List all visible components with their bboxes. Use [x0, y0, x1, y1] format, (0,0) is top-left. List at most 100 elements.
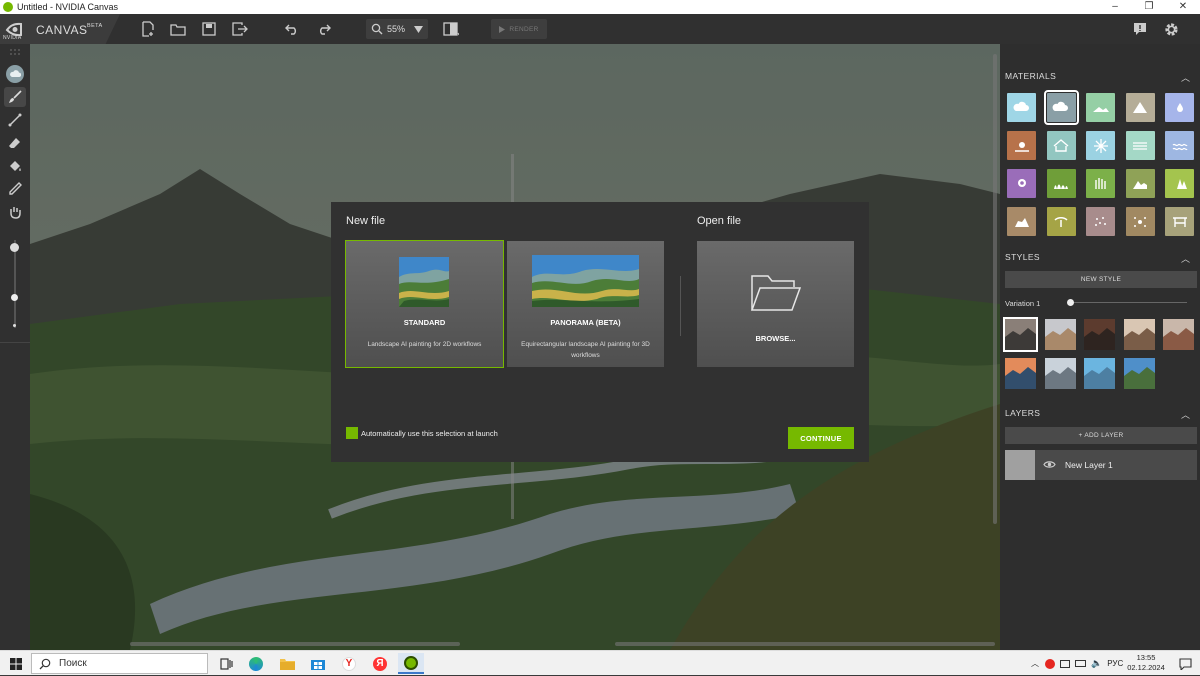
volume-icon[interactable]: 🔈	[1091, 658, 1102, 669]
eyedropper-tool-button[interactable]	[4, 179, 26, 199]
minimize-button[interactable]: –	[1098, 0, 1132, 14]
variation-slider-track[interactable]	[1070, 302, 1187, 303]
style-thumbnail[interactable]	[1044, 358, 1076, 389]
style-thumbnail[interactable]	[1003, 317, 1038, 352]
material-swatch[interactable]	[1007, 169, 1036, 198]
material-swatch[interactable]	[1046, 131, 1076, 160]
reed-icon	[1094, 177, 1106, 189]
material-swatch[interactable]	[1046, 207, 1076, 236]
material-swatch[interactable]	[1125, 169, 1155, 198]
material-swatch[interactable]	[1086, 131, 1115, 160]
material-swatch[interactable]	[1007, 207, 1036, 236]
material-swatch[interactable]	[1086, 93, 1115, 122]
new-style-button[interactable]: NEW STYLE	[1005, 271, 1197, 288]
language-indicator[interactable]: РУС	[1107, 659, 1123, 668]
material-swatch[interactable]	[1165, 93, 1194, 122]
yandex-tray-icon[interactable]	[1045, 658, 1055, 669]
edge-button[interactable]	[247, 655, 265, 672]
layer-row[interactable]: New Layer 1	[1005, 450, 1197, 480]
add-layer-button[interactable]: + ADD LAYER	[1005, 427, 1197, 444]
style-thumbnail[interactable]	[1123, 319, 1155, 350]
clock[interactable]: 13:55 02.12.2024	[1126, 653, 1166, 673]
yandex-button[interactable]: Я	[371, 655, 389, 672]
continue-button[interactable]: CONTINUE	[788, 427, 854, 449]
app-toolbar: NVIDIA CANVAS BETA 55% RENDER	[0, 14, 1200, 44]
eye-icon[interactable]	[1043, 460, 1056, 469]
eraser-tool-button[interactable]	[4, 133, 26, 153]
panorama-card[interactable]: PANORAMA (BETA) Equirectangular landscap…	[507, 241, 664, 367]
file-explorer-button[interactable]	[278, 655, 296, 672]
materials-collapse-icon[interactable]: ︿	[1181, 71, 1190, 84]
redo-button[interactable]	[316, 20, 334, 38]
nvidia-canvas-taskbar-button[interactable]	[398, 653, 424, 674]
task-view-button[interactable]	[217, 655, 235, 672]
eraser-icon	[9, 138, 20, 148]
browse-card[interactable]: BROWSE...	[697, 241, 854, 367]
style-thumbnail[interactable]	[1044, 319, 1076, 350]
style-thumbnail[interactable]	[1084, 358, 1115, 389]
battery-icon[interactable]	[1075, 660, 1086, 667]
material-swatch[interactable]	[1165, 207, 1194, 236]
chevron-up-icon[interactable]: ︿	[1031, 658, 1039, 669]
styles-collapse-icon[interactable]: ︿	[1181, 252, 1190, 265]
undo-icon	[285, 24, 296, 35]
line-tool-button[interactable]	[4, 110, 26, 130]
material-swatch[interactable]	[1125, 131, 1155, 160]
gear-icon	[1164, 22, 1178, 36]
close-button[interactable]: ✕	[1166, 0, 1200, 14]
material-swatch[interactable]	[1086, 207, 1115, 236]
bush-icon	[1133, 180, 1147, 189]
chevron-down-icon[interactable]	[414, 25, 423, 33]
variation-slider-handle[interactable]	[1067, 299, 1074, 306]
style-thumbnail[interactable]	[1123, 358, 1155, 389]
material-swatch[interactable]	[1046, 169, 1076, 198]
render-label: RENDER	[509, 25, 539, 33]
material-swatch[interactable]	[1043, 90, 1079, 125]
material-swatch[interactable]	[1086, 169, 1115, 198]
folder-open-icon	[750, 275, 802, 311]
material-tool-button[interactable]	[4, 64, 26, 84]
material-swatch[interactable]	[1125, 207, 1155, 236]
split-view-button[interactable]	[442, 20, 460, 38]
new-file-button[interactable]	[139, 20, 157, 38]
material-swatch[interactable]	[1007, 93, 1036, 122]
material-swatch[interactable]	[1125, 93, 1155, 122]
yandex-browser-button[interactable]: Y	[340, 655, 358, 672]
store-button[interactable]	[309, 655, 327, 672]
folder-icon	[279, 658, 295, 670]
feedback-button[interactable]	[1131, 20, 1149, 38]
material-swatch[interactable]	[1165, 169, 1194, 198]
material-swatch[interactable]	[1007, 131, 1036, 160]
save-button[interactable]	[200, 20, 218, 38]
fill-tool-button[interactable]	[4, 156, 26, 176]
auto-selection-checkbox[interactable]	[346, 427, 358, 439]
brush-tool-button[interactable]	[4, 87, 26, 107]
start-button[interactable]	[7, 655, 25, 672]
style-thumbnail[interactable]	[1084, 319, 1115, 350]
house-icon	[1053, 138, 1069, 152]
undo-button[interactable]	[282, 20, 300, 38]
pan-tool-button[interactable]	[4, 202, 26, 222]
render-button[interactable]: RENDER	[491, 19, 547, 39]
standard-card[interactable]: STANDARD Landscape AI painting for 2D wo…	[345, 240, 504, 368]
zoom-control[interactable]: 55%	[366, 19, 428, 39]
folder-icon	[170, 23, 186, 36]
notifications-button[interactable]	[1176, 655, 1194, 672]
water-icon	[1133, 141, 1147, 150]
drag-handle-icon[interactable]	[10, 49, 20, 55]
brush-size-handle[interactable]	[11, 294, 18, 301]
sun-icon	[1014, 141, 1029, 152]
taskbar-search[interactable]: Поиск	[31, 653, 208, 674]
style-thumbnail[interactable]	[1163, 319, 1194, 350]
settings-button[interactable]	[1162, 20, 1180, 38]
layers-collapse-icon[interactable]: ︿	[1181, 408, 1190, 421]
material-swatch[interactable]	[1165, 131, 1194, 160]
hill-icon	[1092, 106, 1109, 112]
style-thumbnail[interactable]	[1005, 358, 1036, 389]
open-file-button[interactable]	[169, 20, 187, 38]
new-file-icon	[142, 21, 154, 37]
network-icon[interactable]	[1060, 659, 1070, 668]
brush-size-track[interactable]	[14, 240, 16, 328]
maximize-button[interactable]: ❐	[1132, 0, 1166, 14]
export-button[interactable]	[231, 20, 249, 38]
